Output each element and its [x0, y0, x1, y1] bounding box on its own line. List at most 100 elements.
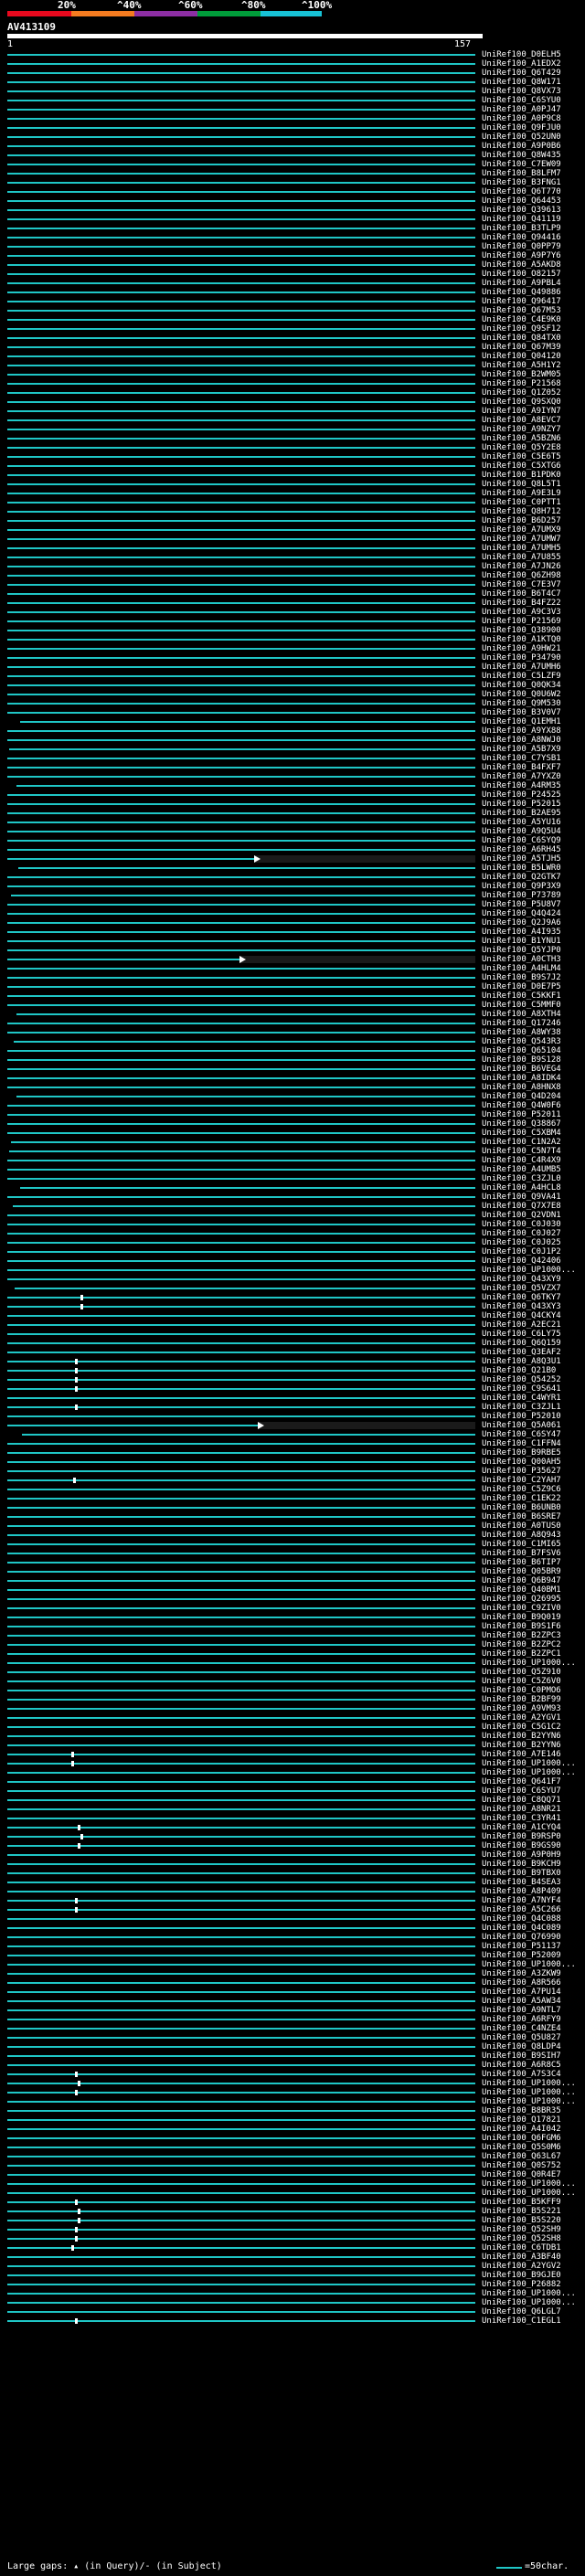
hit-row[interactable]: UniRef100_A9NTL7 — [0, 2006, 585, 2015]
hit-row[interactable]: UniRef100_Q8W435 — [0, 151, 585, 160]
hit-row[interactable]: UniRef100_UP1000... — [0, 2179, 585, 2189]
hit-row[interactable]: UniRef100_Q5Y2E8 — [0, 443, 585, 452]
hit-label[interactable]: UniRef100_A7U855 — [482, 553, 561, 562]
hit-row[interactable]: UniRef100_A4HLM4 — [0, 964, 585, 973]
hit-label[interactable]: UniRef100_Q543R3 — [482, 1037, 561, 1046]
hit-row[interactable]: UniRef100_B2ZPC2 — [0, 1640, 585, 1649]
hit-row[interactable]: UniRef100_P52009 — [0, 1951, 585, 1960]
hit-row[interactable]: UniRef100_B4FZ22 — [0, 599, 585, 608]
hit-row[interactable]: UniRef100_C3ZJL0 — [0, 1174, 585, 1183]
hit-label[interactable]: UniRef100_B9GS90 — [482, 1841, 561, 1850]
hit-label[interactable]: UniRef100_B3TLP9 — [482, 224, 561, 233]
hit-label[interactable]: UniRef100_C8QQ71 — [482, 1796, 561, 1805]
hit-label[interactable]: UniRef100_C2YAH7 — [482, 1476, 561, 1485]
hit-label[interactable]: UniRef100_Q52UN0 — [482, 133, 561, 142]
hit-label[interactable]: UniRef100_C6SY47 — [482, 1430, 561, 1439]
hit-label[interactable]: UniRef100_A7UMH6 — [482, 663, 561, 672]
hit-row[interactable]: UniRef100_A8R566 — [0, 1978, 585, 1988]
hit-row[interactable]: UniRef100_Q1Z052 — [0, 388, 585, 398]
hit-row[interactable]: UniRef100_Q5VZX7 — [0, 1284, 585, 1293]
hit-label[interactable]: UniRef100_Q4W0F6 — [482, 1101, 561, 1110]
hit-label[interactable]: UniRef100_UP1000... — [482, 2088, 576, 2097]
hit-row[interactable]: UniRef100_A2YGV1 — [0, 1713, 585, 1723]
hit-label[interactable]: UniRef100_A5YU16 — [482, 818, 561, 827]
hit-label[interactable]: UniRef100_O82157 — [482, 270, 561, 279]
hit-label[interactable]: UniRef100_Q5S0M6 — [482, 2143, 561, 2152]
hit-label[interactable]: UniRef100_A9IYN7 — [482, 407, 561, 416]
hit-row[interactable]: UniRef100_Q41119 — [0, 215, 585, 224]
hit-row[interactable]: UniRef100_Q1EMH1 — [0, 717, 585, 726]
hit-row[interactable]: UniRef100_A8Q943 — [0, 1531, 585, 1540]
hit-label[interactable]: UniRef100_Q4C088 — [482, 1914, 561, 1924]
hit-label[interactable]: UniRef100_UP1000... — [482, 2189, 576, 2198]
hit-label[interactable]: UniRef100_UP1000... — [482, 2179, 576, 2189]
hit-row[interactable]: UniRef100_A1CYQ4 — [0, 1823, 585, 1832]
hit-row[interactable]: UniRef100_UP1000... — [0, 2289, 585, 2298]
hit-label[interactable]: UniRef100_Q67M39 — [482, 343, 561, 352]
hit-row[interactable]: UniRef100_UP1000... — [0, 2097, 585, 2106]
hit-label[interactable]: UniRef100_B4SEA3 — [482, 1878, 561, 1887]
hit-row[interactable]: UniRef100_C7EW09 — [0, 160, 585, 169]
hit-row[interactable]: UniRef100_Q6TKY7 — [0, 1293, 585, 1302]
hit-label[interactable]: UniRef100_C4E9K0 — [482, 315, 561, 324]
hit-label[interactable]: UniRef100_C9S641 — [482, 1384, 561, 1394]
hit-row[interactable]: UniRef100_Q63L67 — [0, 2152, 585, 2161]
hit-row[interactable]: UniRef100_Q52UN0 — [0, 133, 585, 142]
hit-label[interactable]: UniRef100_A7JN26 — [482, 562, 561, 571]
hit-label[interactable]: UniRef100_C1EK22 — [482, 1494, 561, 1503]
hit-label[interactable]: UniRef100_Q6LGL7 — [482, 2307, 561, 2316]
hit-label[interactable]: UniRef100_UP1000... — [482, 1266, 576, 1275]
hit-row[interactable]: UniRef100_Q6B947 — [0, 1576, 585, 1585]
hit-row[interactable]: UniRef100_A7E146 — [0, 1750, 585, 1759]
hit-row[interactable]: UniRef100_P51137 — [0, 1942, 585, 1951]
hit-label[interactable]: UniRef100_B9GJE0 — [482, 2271, 561, 2280]
hit-row[interactable]: UniRef100_Q52SH8 — [0, 2234, 585, 2243]
hit-row[interactable]: UniRef100_C5Z9C6 — [0, 1485, 585, 1494]
hit-label[interactable]: UniRef100_C0J030 — [482, 1220, 561, 1229]
hit-label[interactable]: UniRef100_A8Q943 — [482, 1531, 561, 1540]
hit-label[interactable]: UniRef100_B9S128 — [482, 1055, 561, 1065]
hit-label[interactable]: UniRef100_C0PMO6 — [482, 1686, 561, 1695]
hit-label[interactable]: UniRef100_A6RH45 — [482, 845, 561, 854]
hit-label[interactable]: UniRef100_B6SRE7 — [482, 1512, 561, 1521]
hit-label[interactable]: UniRef100_Q7X7E8 — [482, 1202, 561, 1211]
hit-label[interactable]: UniRef100_A5BZN6 — [482, 434, 561, 443]
hit-row[interactable]: UniRef100_Q43XY3 — [0, 1302, 585, 1311]
hit-label[interactable]: UniRef100_C7E3V7 — [482, 580, 561, 589]
hit-label[interactable]: UniRef100_UP1000... — [482, 1768, 576, 1777]
hit-label[interactable]: UniRef100_Q8W435 — [482, 151, 561, 160]
hit-row[interactable]: UniRef100_UP1000... — [0, 2088, 585, 2097]
hit-label[interactable]: UniRef100_A9P0B6 — [482, 142, 561, 151]
hit-row[interactable]: UniRef100_Q8W171 — [0, 78, 585, 87]
hit-row[interactable]: UniRef100_A9C3V3 — [0, 608, 585, 617]
hit-label[interactable]: UniRef100_A0PJ47 — [482, 105, 561, 114]
hit-label[interactable]: UniRef100_Q54252 — [482, 1375, 561, 1384]
hit-label[interactable]: UniRef100_Q5YJP0 — [482, 946, 561, 955]
hit-label[interactable]: UniRef100_B9SIH7 — [482, 2051, 561, 2061]
hit-row[interactable]: UniRef100_B2BF99 — [0, 1695, 585, 1704]
hit-label[interactable]: UniRef100_P34790 — [482, 653, 561, 663]
hit-label[interactable]: UniRef100_Q2VDN1 — [482, 1211, 561, 1220]
hit-label[interactable]: UniRef100_C4WYR1 — [482, 1394, 561, 1403]
hit-label[interactable]: UniRef100_A7PU14 — [482, 1988, 561, 1997]
hit-row[interactable]: UniRef100_C4NZE4 — [0, 2024, 585, 2033]
hit-row[interactable]: UniRef100_C6LY75 — [0, 1330, 585, 1339]
hit-label[interactable]: UniRef100_Q5A061 — [482, 1421, 561, 1430]
hit-row[interactable]: UniRef100_Q4C089 — [0, 1924, 585, 1933]
hit-row[interactable]: UniRef100_Q0PP79 — [0, 242, 585, 251]
hit-label[interactable]: UniRef100_P5U8V7 — [482, 900, 561, 909]
hit-row[interactable]: UniRef100_A8NR21 — [0, 1805, 585, 1814]
hit-row[interactable]: UniRef100_A7NYF4 — [0, 1896, 585, 1905]
hit-label[interactable]: UniRef100_C0PTT1 — [482, 498, 561, 507]
hit-label[interactable]: UniRef100_Q67M53 — [482, 306, 561, 315]
hit-label[interactable]: UniRef100_A2YGV2 — [482, 2262, 561, 2271]
hit-label[interactable]: UniRef100_A8Q3U1 — [482, 1357, 561, 1366]
hit-row[interactable]: UniRef100_A9P0B6 — [0, 142, 585, 151]
hit-label[interactable]: UniRef100_A4I042 — [482, 2125, 561, 2134]
hit-row[interactable]: UniRef100_Q0U6W2 — [0, 690, 585, 699]
hit-row[interactable]: UniRef100_Q9P3X9 — [0, 882, 585, 891]
hit-label[interactable]: UniRef100_B8LFM7 — [482, 169, 561, 178]
hit-row[interactable]: UniRef100_Q40BM1 — [0, 1585, 585, 1595]
hit-row[interactable]: UniRef100_A6RFY9 — [0, 2015, 585, 2024]
hit-row[interactable]: UniRef100_UP1000... — [0, 1266, 585, 1275]
